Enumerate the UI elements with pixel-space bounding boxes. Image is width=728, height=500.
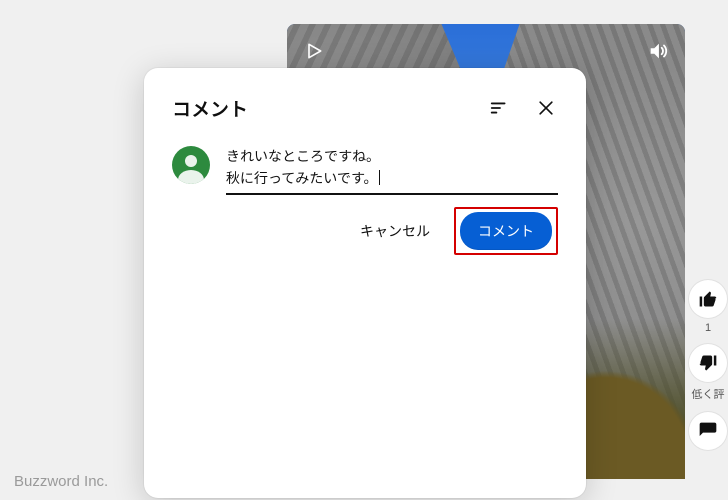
play-icon[interactable] [299, 36, 329, 66]
comment-modal: コメント きれいなところですね。 秋に行ってみたいです。 キャンセル コメント [144, 68, 586, 498]
text-caret [379, 170, 380, 185]
dislike-button[interactable] [689, 344, 727, 382]
like-button[interactable] [689, 280, 727, 318]
sort-icon[interactable] [488, 96, 512, 120]
avatar [172, 146, 210, 184]
modal-title: コメント [172, 95, 248, 122]
submit-highlight: コメント [454, 207, 558, 255]
comment-input[interactable]: きれいなところですね。 秋に行ってみたいです。 [226, 146, 558, 195]
close-icon[interactable] [534, 96, 558, 120]
cancel-button[interactable]: キャンセル [350, 213, 440, 249]
submit-comment-button[interactable]: コメント [460, 212, 552, 250]
comment-text: きれいなところですね。 秋に行ってみたいです。 [226, 148, 380, 186]
dislike-label: 低く評 [692, 386, 725, 402]
volume-icon[interactable] [643, 36, 673, 66]
watermark: Buzzword Inc. [14, 473, 108, 490]
like-count: 1 [705, 322, 711, 334]
comments-rail-button[interactable] [689, 412, 727, 450]
action-rail: 1 低く評 [688, 280, 728, 450]
